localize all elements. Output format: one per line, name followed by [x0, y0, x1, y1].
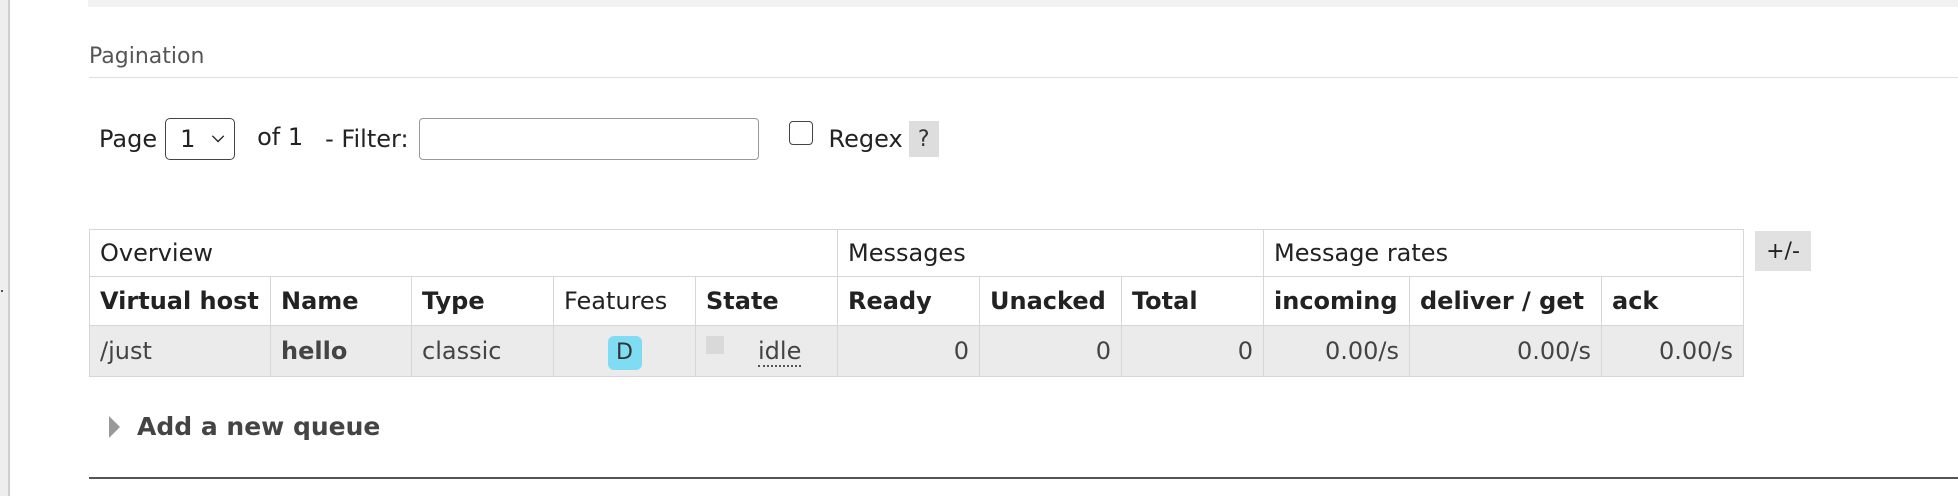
group-header-message-rates: Message rates	[1263, 229, 1744, 277]
cell-deliver-get: 0.00/s	[1409, 325, 1602, 377]
filter-label: - Filter:	[325, 125, 409, 153]
column-header-state[interactable]: State	[695, 276, 838, 326]
cell-unacked: 0	[979, 325, 1122, 377]
cell-state: idle	[695, 325, 838, 377]
cell-virtual-host: /just	[89, 325, 271, 377]
chevron-down-icon: ⌵	[211, 127, 225, 146]
page-label: Page	[99, 125, 158, 153]
section-divider	[89, 77, 1958, 78]
cell-incoming: 0.00/s	[1263, 325, 1410, 377]
table-group-header-row: Overview Messages Message rates	[89, 229, 1744, 277]
pagination-section-title: Pagination	[89, 44, 205, 69]
column-header-total[interactable]: Total	[1121, 276, 1264, 326]
column-header-ready[interactable]: Ready	[837, 276, 980, 326]
durable-feature-badge: D	[607, 336, 642, 370]
queues-table: Overview Messages Message rates Virtual …	[89, 229, 1744, 377]
cell-type: classic	[411, 325, 554, 377]
edge-marker	[1, 290, 3, 292]
cell-ready: 0	[837, 325, 980, 377]
add-queue-toggle[interactable]: Add a new queue	[109, 412, 380, 441]
table-column-header-row: Virtual host Name Type Features State Re…	[89, 276, 1744, 326]
pagination-controls: Page 1 ⌵ of 1 - Filter: Regex ?	[99, 115, 939, 163]
column-header-name[interactable]: Name	[270, 276, 412, 326]
group-header-messages: Messages	[837, 229, 1264, 277]
expand-arrow-icon	[109, 415, 120, 438]
filter-input[interactable]	[418, 118, 759, 160]
page-select-value: 1	[180, 125, 196, 153]
regex-label: Regex	[828, 125, 903, 153]
column-header-unacked[interactable]: Unacked	[979, 276, 1122, 326]
column-header-incoming[interactable]: incoming	[1263, 276, 1410, 326]
group-header-overview: Overview	[89, 229, 838, 277]
column-header-deliver-get[interactable]: deliver / get	[1409, 276, 1602, 326]
queue-name-link[interactable]: hello	[270, 325, 412, 377]
bottom-divider	[89, 477, 1958, 479]
column-header-virtual-host[interactable]: Virtual host	[89, 276, 271, 326]
state-indicator-icon	[706, 336, 724, 354]
column-header-ack[interactable]: ack	[1601, 276, 1744, 326]
left-panel-edge	[0, 0, 10, 496]
column-header-features: Features	[553, 276, 696, 326]
page-count-text: of 1	[257, 123, 304, 151]
regex-help-button[interactable]: ?	[908, 121, 939, 157]
top-divider-bar	[88, 0, 1958, 7]
cell-features: D	[553, 325, 696, 377]
column-header-type[interactable]: Type	[411, 276, 554, 326]
regex-checkbox[interactable]	[788, 121, 813, 145]
cell-ack: 0.00/s	[1601, 325, 1744, 377]
column-toggle-button[interactable]: +/-	[1755, 231, 1811, 271]
table-row[interactable]: /just hello classic D idle 0 0 0 0.00/s …	[89, 325, 1744, 377]
page-select[interactable]: 1 ⌵	[165, 118, 236, 160]
cell-total: 0	[1121, 325, 1264, 377]
state-text: idle	[758, 337, 802, 367]
add-queue-label: Add a new queue	[137, 412, 381, 441]
